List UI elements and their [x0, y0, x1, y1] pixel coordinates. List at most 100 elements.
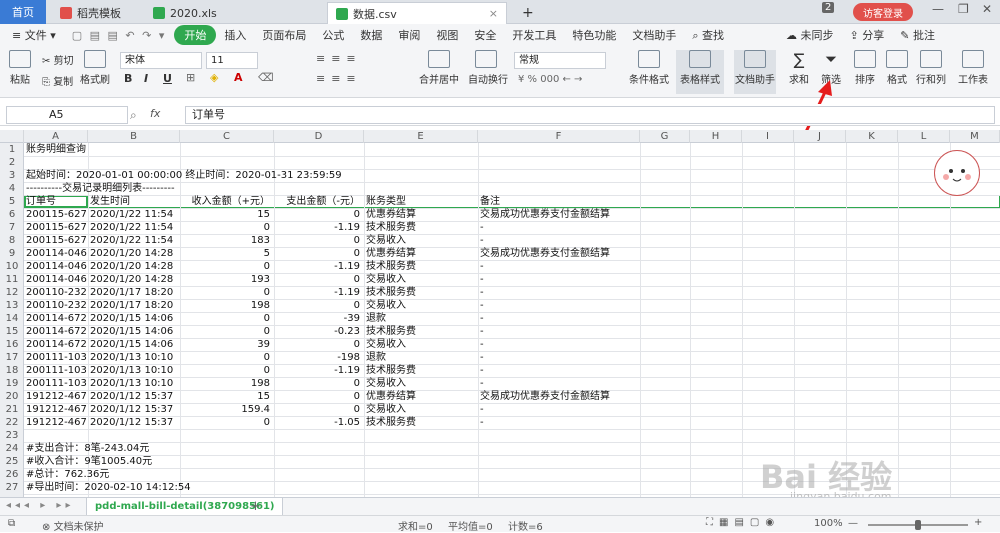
cell-d[interactable]: -1.19	[276, 260, 363, 273]
row-header[interactable]: 14	[0, 312, 24, 325]
row-header[interactable]: 26	[0, 468, 24, 481]
row-header[interactable]: 18	[0, 364, 24, 377]
cell-b[interactable]: 2020/1/22 11:54	[90, 234, 179, 247]
menu-doc-helper[interactable]: 文档助手	[624, 27, 684, 43]
cell-b[interactable]: 2020/1/12 15:37	[90, 390, 179, 403]
cell-e[interactable]: 退款	[366, 351, 477, 364]
cell-a[interactable]: ----------交易记录明细列表---------	[26, 182, 726, 195]
cell-f[interactable]: -	[480, 221, 639, 234]
cell-f[interactable]: -	[480, 364, 639, 377]
cell-c[interactable]: 198	[182, 377, 273, 390]
cell-b[interactable]: 2020/1/13 10:10	[90, 364, 179, 377]
cell-d[interactable]: -1.19	[276, 286, 363, 299]
cell-a[interactable]: 账务明细查询	[26, 143, 726, 156]
menu-file[interactable]: ≡ 文件 ▾	[4, 27, 64, 43]
menu-sync[interactable]: ☁ 未同步	[778, 27, 842, 43]
add-sheet-button[interactable]: +	[250, 499, 261, 514]
cell-f[interactable]: -	[480, 338, 639, 351]
minimize-icon[interactable]: —	[932, 2, 944, 16]
cell-a[interactable]: #收入合计：9笔1005.40元	[26, 455, 726, 468]
cell-d[interactable]: 0	[276, 234, 363, 247]
cell-a[interactable]: 起始时间：2020-01-01 00:00:00 终止时间：2020-01-31…	[26, 169, 726, 182]
menu-developer[interactable]: 开发工具	[504, 27, 564, 43]
copy-button[interactable]: ⎘ 复制	[42, 73, 73, 88]
menu-search[interactable]: ⌕ 查找	[684, 27, 732, 43]
cell-d[interactable]: 0	[276, 208, 363, 221]
tab-home[interactable]: 首页	[0, 0, 46, 24]
cell-c[interactable]: 5	[182, 247, 273, 260]
cut-button[interactable]: ✂ 剪切	[42, 52, 74, 67]
cell-a[interactable]: 200114-67210	[26, 338, 87, 351]
row-header[interactable]: 23	[0, 429, 24, 442]
menu-security[interactable]: 安全	[466, 27, 504, 43]
cell-a[interactable]: 200111-10360	[26, 377, 87, 390]
tab-2020-xls[interactable]: 2020.xls	[145, 2, 325, 24]
column-header[interactable]: L	[898, 130, 950, 143]
format-button[interactable]: 格式	[884, 50, 910, 86]
doc-settings-icon[interactable]: ⧉	[8, 518, 15, 529]
cell-b[interactable]: 2020/1/17 18:20	[90, 299, 179, 312]
cell-b[interactable]: 2020/1/20 14:28	[90, 273, 179, 286]
cell-d[interactable]: 0	[276, 247, 363, 260]
cell-d[interactable]: -1.19	[276, 221, 363, 234]
row-header[interactable]: 13	[0, 299, 24, 312]
row-header[interactable]: 12	[0, 286, 24, 299]
cell-c[interactable]: 193	[182, 273, 273, 286]
cell-d[interactable]: 0	[276, 299, 363, 312]
cell-c[interactable]: 159.4	[182, 403, 273, 416]
cell-a[interactable]: 订单号	[26, 195, 87, 208]
cell-e[interactable]: 技术服务费	[366, 286, 477, 299]
tab-docer-templates[interactable]: 稻壳模板	[52, 2, 142, 24]
cell-b[interactable]: 2020/1/15 14:06	[90, 325, 179, 338]
row-header[interactable]: 16	[0, 338, 24, 351]
menu-comment[interactable]: ✎ 批注	[892, 27, 943, 43]
cell-a[interactable]: 200115-62759	[26, 221, 87, 234]
cell-c[interactable]: 0	[182, 325, 273, 338]
fx-icon[interactable]: fx	[150, 107, 160, 120]
cell-c[interactable]: 0	[182, 221, 273, 234]
cell-d[interactable]: 0	[276, 273, 363, 286]
worksheet-button[interactable]: 工作表	[956, 50, 990, 86]
cell-d[interactable]: 0	[276, 390, 363, 403]
zoom-slider-thumb[interactable]	[915, 520, 921, 530]
menu-view[interactable]: 视图	[428, 27, 466, 43]
view-mode-icons[interactable]: ⛶▦▤▢◉	[706, 517, 780, 528]
border-icon[interactable]: ⊞	[186, 71, 195, 84]
row-header[interactable]: 24	[0, 442, 24, 455]
cell-a[interactable]: #导出时间：2020-02-10 14:12:54	[26, 481, 726, 494]
cell-f[interactable]: -	[480, 260, 639, 273]
row-header[interactable]: 20	[0, 390, 24, 403]
row-header[interactable]: 5	[0, 195, 24, 208]
quick-access-toolbar[interactable]: ▢ ▤ ▤ ↶ ↷ ▾	[64, 29, 175, 42]
column-header[interactable]: B	[88, 130, 180, 143]
cell-c[interactable]: 0	[182, 416, 273, 429]
cell-d[interactable]: -198	[276, 351, 363, 364]
cell-e[interactable]: 交易收入	[366, 299, 477, 312]
cell-b[interactable]: 2020/1/20 14:28	[90, 260, 179, 273]
maximize-icon[interactable]: ❐	[958, 2, 969, 16]
horizontal-align-icons[interactable]: ≡≡≡	[316, 72, 362, 85]
cell-a[interactable]: #总计：762.36元	[26, 468, 726, 481]
cell-c[interactable]: 39	[182, 338, 273, 351]
row-header[interactable]: 27	[0, 481, 24, 494]
table-style-button[interactable]: 表格样式	[676, 50, 724, 94]
cell-a[interactable]: 200110-23200	[26, 299, 87, 312]
cell-a[interactable]: 200114-04640	[26, 273, 87, 286]
cell-c[interactable]: 15	[182, 390, 273, 403]
sheet-nav-icons[interactable]: ◂◂◂ ▸ ▸▸	[6, 500, 74, 511]
cell-e[interactable]: 账务类型	[366, 195, 477, 208]
visitor-login-button[interactable]: 访客登录	[853, 3, 913, 21]
fill-color-icon[interactable]: ◈	[210, 71, 218, 84]
cell-c[interactable]: 0	[182, 286, 273, 299]
cell-d[interactable]: 0	[276, 338, 363, 351]
menu-start[interactable]: 开始	[174, 25, 217, 45]
cell-e[interactable]: 优惠券结算	[366, 247, 477, 260]
cell-d[interactable]: -39	[276, 312, 363, 325]
paste-button[interactable]: 粘贴	[6, 50, 34, 86]
column-header[interactable]: M	[950, 130, 1000, 143]
cell-d[interactable]: 0	[276, 377, 363, 390]
sort-button[interactable]: 排序	[852, 50, 878, 86]
cell-b[interactable]: 2020/1/13 10:10	[90, 377, 179, 390]
column-header[interactable]: H	[690, 130, 742, 143]
cell-a[interactable]: 200115-62759	[26, 234, 87, 247]
